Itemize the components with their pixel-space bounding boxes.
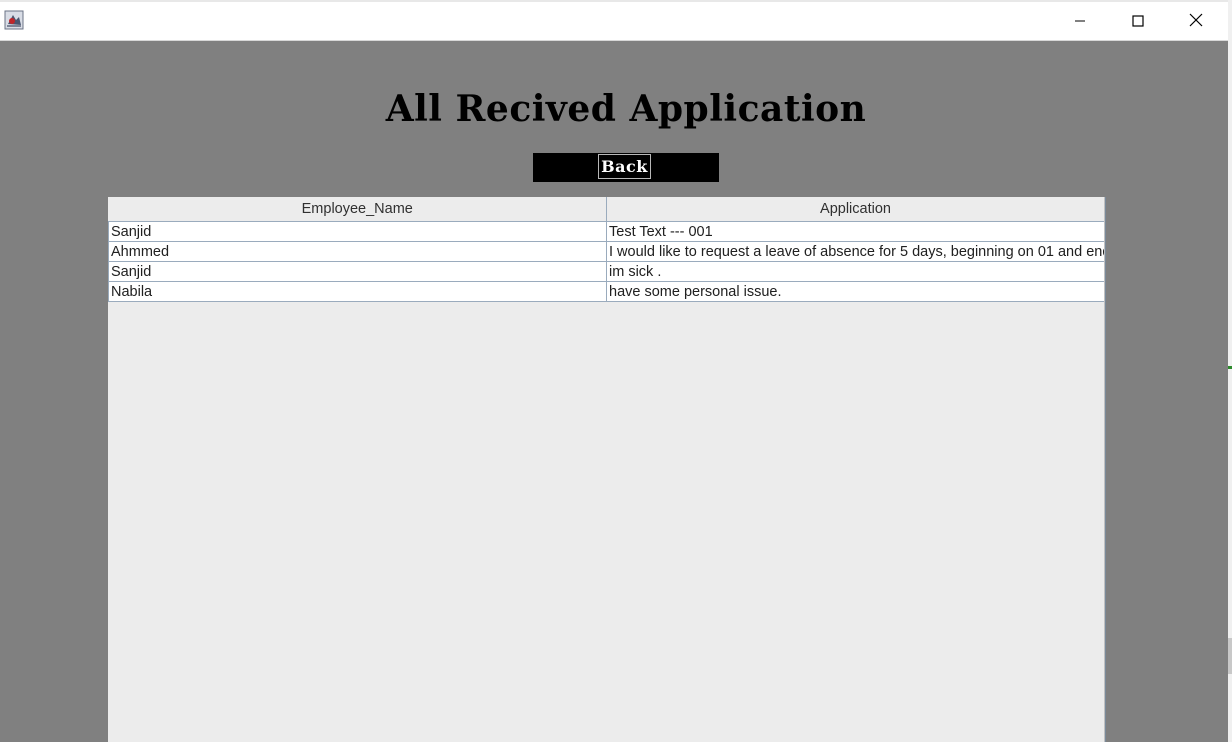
application-cell[interactable]: have some personal issue.	[606, 281, 1105, 302]
title-bar[interactable]	[0, 2, 1228, 41]
employee-name-cell[interactable]: Ahmmed	[108, 241, 607, 262]
close-icon	[1189, 12, 1203, 31]
edge-mark-green	[1228, 366, 1232, 369]
employee-name-cell[interactable]: Sanjid	[108, 221, 607, 242]
table-header-row: Employee_Name Application	[108, 197, 1105, 222]
column-header-application[interactable]: Application	[606, 197, 1105, 222]
maximize-button[interactable]	[1109, 2, 1167, 40]
applications-table: Employee_Name Application Sanjid Test Te…	[108, 197, 1105, 302]
edge-mark	[1228, 638, 1232, 674]
table-row[interactable]: Ahmmed I would like to request a leave o…	[108, 241, 1105, 262]
table-row[interactable]: Sanjid im sick .	[108, 261, 1105, 282]
minimize-icon	[1074, 12, 1086, 31]
back-button[interactable]: Back	[598, 154, 651, 179]
application-cell[interactable]: I would like to request a leave of absen…	[606, 241, 1105, 262]
application-cell[interactable]: Test Text --- 001	[606, 221, 1105, 242]
column-header-employee-name[interactable]: Employee_Name	[108, 197, 607, 222]
application-cell[interactable]: im sick .	[606, 261, 1105, 282]
minimize-button[interactable]	[1051, 2, 1109, 40]
table-right-border	[1104, 197, 1105, 742]
table-row[interactable]: Nabila have some personal issue.	[108, 281, 1105, 302]
employee-name-cell[interactable]: Nabila	[108, 281, 607, 302]
application-window: All Recived Application Back Employee_Na…	[0, 0, 1232, 742]
applications-table-panel[interactable]: Employee_Name Application Sanjid Test Te…	[108, 197, 1106, 742]
maximize-icon	[1132, 12, 1144, 31]
employee-name-cell[interactable]: Sanjid	[108, 261, 607, 282]
table-row[interactable]: Sanjid Test Text --- 001	[108, 221, 1105, 242]
java-app-icon	[4, 10, 24, 30]
close-button[interactable]	[1167, 2, 1225, 40]
page-title: All Recived Application	[385, 88, 867, 130]
